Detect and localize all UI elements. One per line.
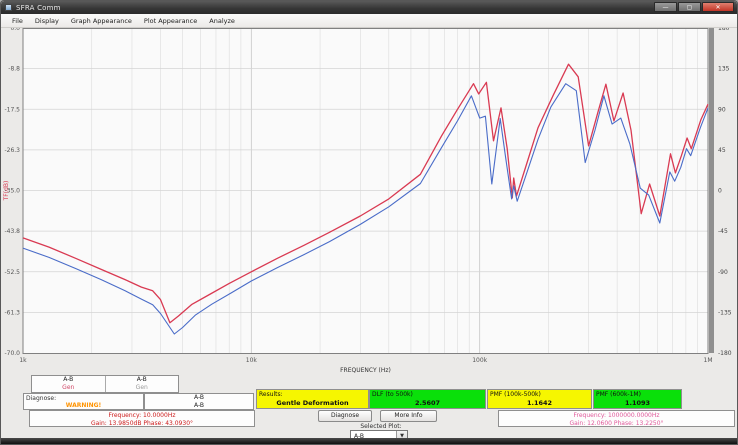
bottom-panel: A-B Gen A-B Gen Diagnose: WARNING! A-B A… — [1, 373, 738, 440]
x-axis-tick-label: 10k — [246, 357, 258, 364]
menu-graph-appearance[interactable]: Graph Appearance — [65, 15, 138, 27]
y-axis-tick-label-right: 135 — [718, 66, 730, 73]
results-value: Gentle Deformation — [257, 399, 368, 407]
close-button[interactable]: ✕ — [702, 2, 734, 12]
cursor-readout-right: Frequency: 1000000.0000Hz Gain: 12.0600 … — [498, 410, 735, 427]
legend-cell-1: A-B Gen — [32, 376, 105, 392]
cursor-right-frequency: Frequency: 1000000.0000Hz — [499, 412, 734, 420]
frequency-response-plot[interactable]: 0.0-8.8-17.5-26.3-35.0-43.8-52.5-61.3-70… — [1, 28, 738, 376]
cursor-readout-left: Frequency: 10.0000Hz Gain: 13.9850dB Pha… — [29, 410, 255, 427]
plot-pair-box: A-B A-B — [144, 393, 254, 410]
y-axis-tick-label-left: 0.0 — [10, 28, 20, 32]
legend-trace-name: A-B — [106, 376, 179, 384]
plot-pair-top: A-B — [145, 394, 253, 402]
diagnose-button[interactable]: Diagnose — [318, 410, 372, 422]
menu-analyze[interactable]: Analyze — [203, 15, 241, 27]
y-axis-title: TF(dB) — [3, 181, 10, 202]
results-label: Results: — [259, 391, 283, 398]
dlf-box: DLF (to 500k) 2.5607 — [369, 389, 486, 409]
y-axis-tick-label-right: -135 — [718, 309, 732, 316]
y-axis-tick-label-right: 180 — [718, 28, 730, 32]
plot-pair-bottom: A-B — [145, 402, 253, 410]
results-box: Results: Gentle Deformation — [256, 389, 369, 409]
menu-display[interactable]: Display — [29, 15, 65, 27]
legend-trace-name: A-B — [32, 376, 105, 384]
dlf-value: 2.5607 — [370, 399, 485, 407]
legend-source-label: Gen — [32, 384, 105, 392]
warning-status: WARNING! — [24, 402, 143, 409]
maximize-button[interactable]: ▢ — [678, 2, 701, 12]
x-axis-tick-label: 1k — [19, 357, 27, 364]
y-axis-tick-label-left: -52.5 — [4, 269, 20, 276]
pmf-600k-1m-box: PMF (600k-1M) 1.1093 — [593, 389, 682, 409]
y-axis-tick-label-left: -61.3 — [4, 309, 20, 316]
y-axis-tick-label-right: -180 — [718, 350, 732, 357]
y-axis-tick-label-right: 0 — [718, 188, 722, 195]
legend-source-label: Gen — [106, 384, 179, 392]
app-window: SFRA Comm — ▢ ✕ File Display Graph Appea… — [0, 0, 738, 445]
menu-bar: File Display Graph Appearance Plot Appea… — [1, 14, 737, 28]
selected-plot-label: Selected Plot: — [321, 423, 441, 430]
trace-legend: A-B Gen A-B Gen — [31, 375, 179, 393]
app-icon — [5, 4, 12, 11]
plot-right-bar — [709, 28, 714, 353]
pmf2-label: PMF (600k-1M) — [596, 391, 641, 398]
x-axis-tick-label: 100k — [472, 357, 487, 364]
y-axis-tick-label-right: -90 — [718, 269, 728, 276]
y-axis-tick-label-left: -43.8 — [4, 228, 20, 235]
y-axis-tick-label-right: 45 — [718, 147, 726, 154]
diagnose-status-box: Diagnose: WARNING! — [23, 393, 144, 410]
y-axis-tick-label-right: -45 — [718, 228, 728, 235]
y-axis-tick-label-right: 90 — [718, 106, 726, 113]
pmf1-value: 1.1642 — [488, 399, 591, 407]
y-axis-tick-label-left: -8.8 — [8, 66, 20, 73]
cursor-left-frequency: Frequency: 10.0000Hz — [30, 412, 254, 420]
more-info-button[interactable]: More Info — [380, 410, 437, 422]
y-axis-tick-label-left: -70.0 — [4, 350, 20, 357]
pmf-100k-500k-box: PMF (100k-500k) 1.1642 — [487, 389, 592, 409]
chart-canvas[interactable]: 0.0-8.8-17.5-26.3-35.0-43.8-52.5-61.3-70… — [1, 28, 738, 376]
window-title: SFRA Comm — [16, 4, 61, 12]
x-axis-tick-label: 1M — [704, 357, 713, 364]
y-axis-tick-label-left: -26.3 — [4, 147, 20, 154]
window-bottom-edge — [1, 438, 737, 444]
menu-file[interactable]: File — [6, 15, 29, 27]
cursor-right-gain-phase: Gain: 12.0600 Phase: 13.2250° — [499, 420, 734, 428]
legend-cell-2: A-B Gen — [105, 376, 179, 392]
pmf2-value: 1.1093 — [594, 399, 681, 407]
diagnose-label: Diagnose: — [26, 395, 56, 402]
menu-plot-appearance[interactable]: Plot Appearance — [138, 15, 203, 27]
title-bar[interactable]: SFRA Comm — ▢ ✕ — [1, 1, 737, 14]
cursor-left-gain-phase: Gain: 13.9850dB Phase: 43.0930° — [30, 420, 254, 428]
pmf1-label: PMF (100k-500k) — [490, 391, 541, 398]
dlf-label: DLF (to 500k) — [372, 391, 413, 398]
minimize-button[interactable]: — — [654, 2, 677, 12]
y-axis-tick-label-left: -17.5 — [4, 106, 20, 113]
